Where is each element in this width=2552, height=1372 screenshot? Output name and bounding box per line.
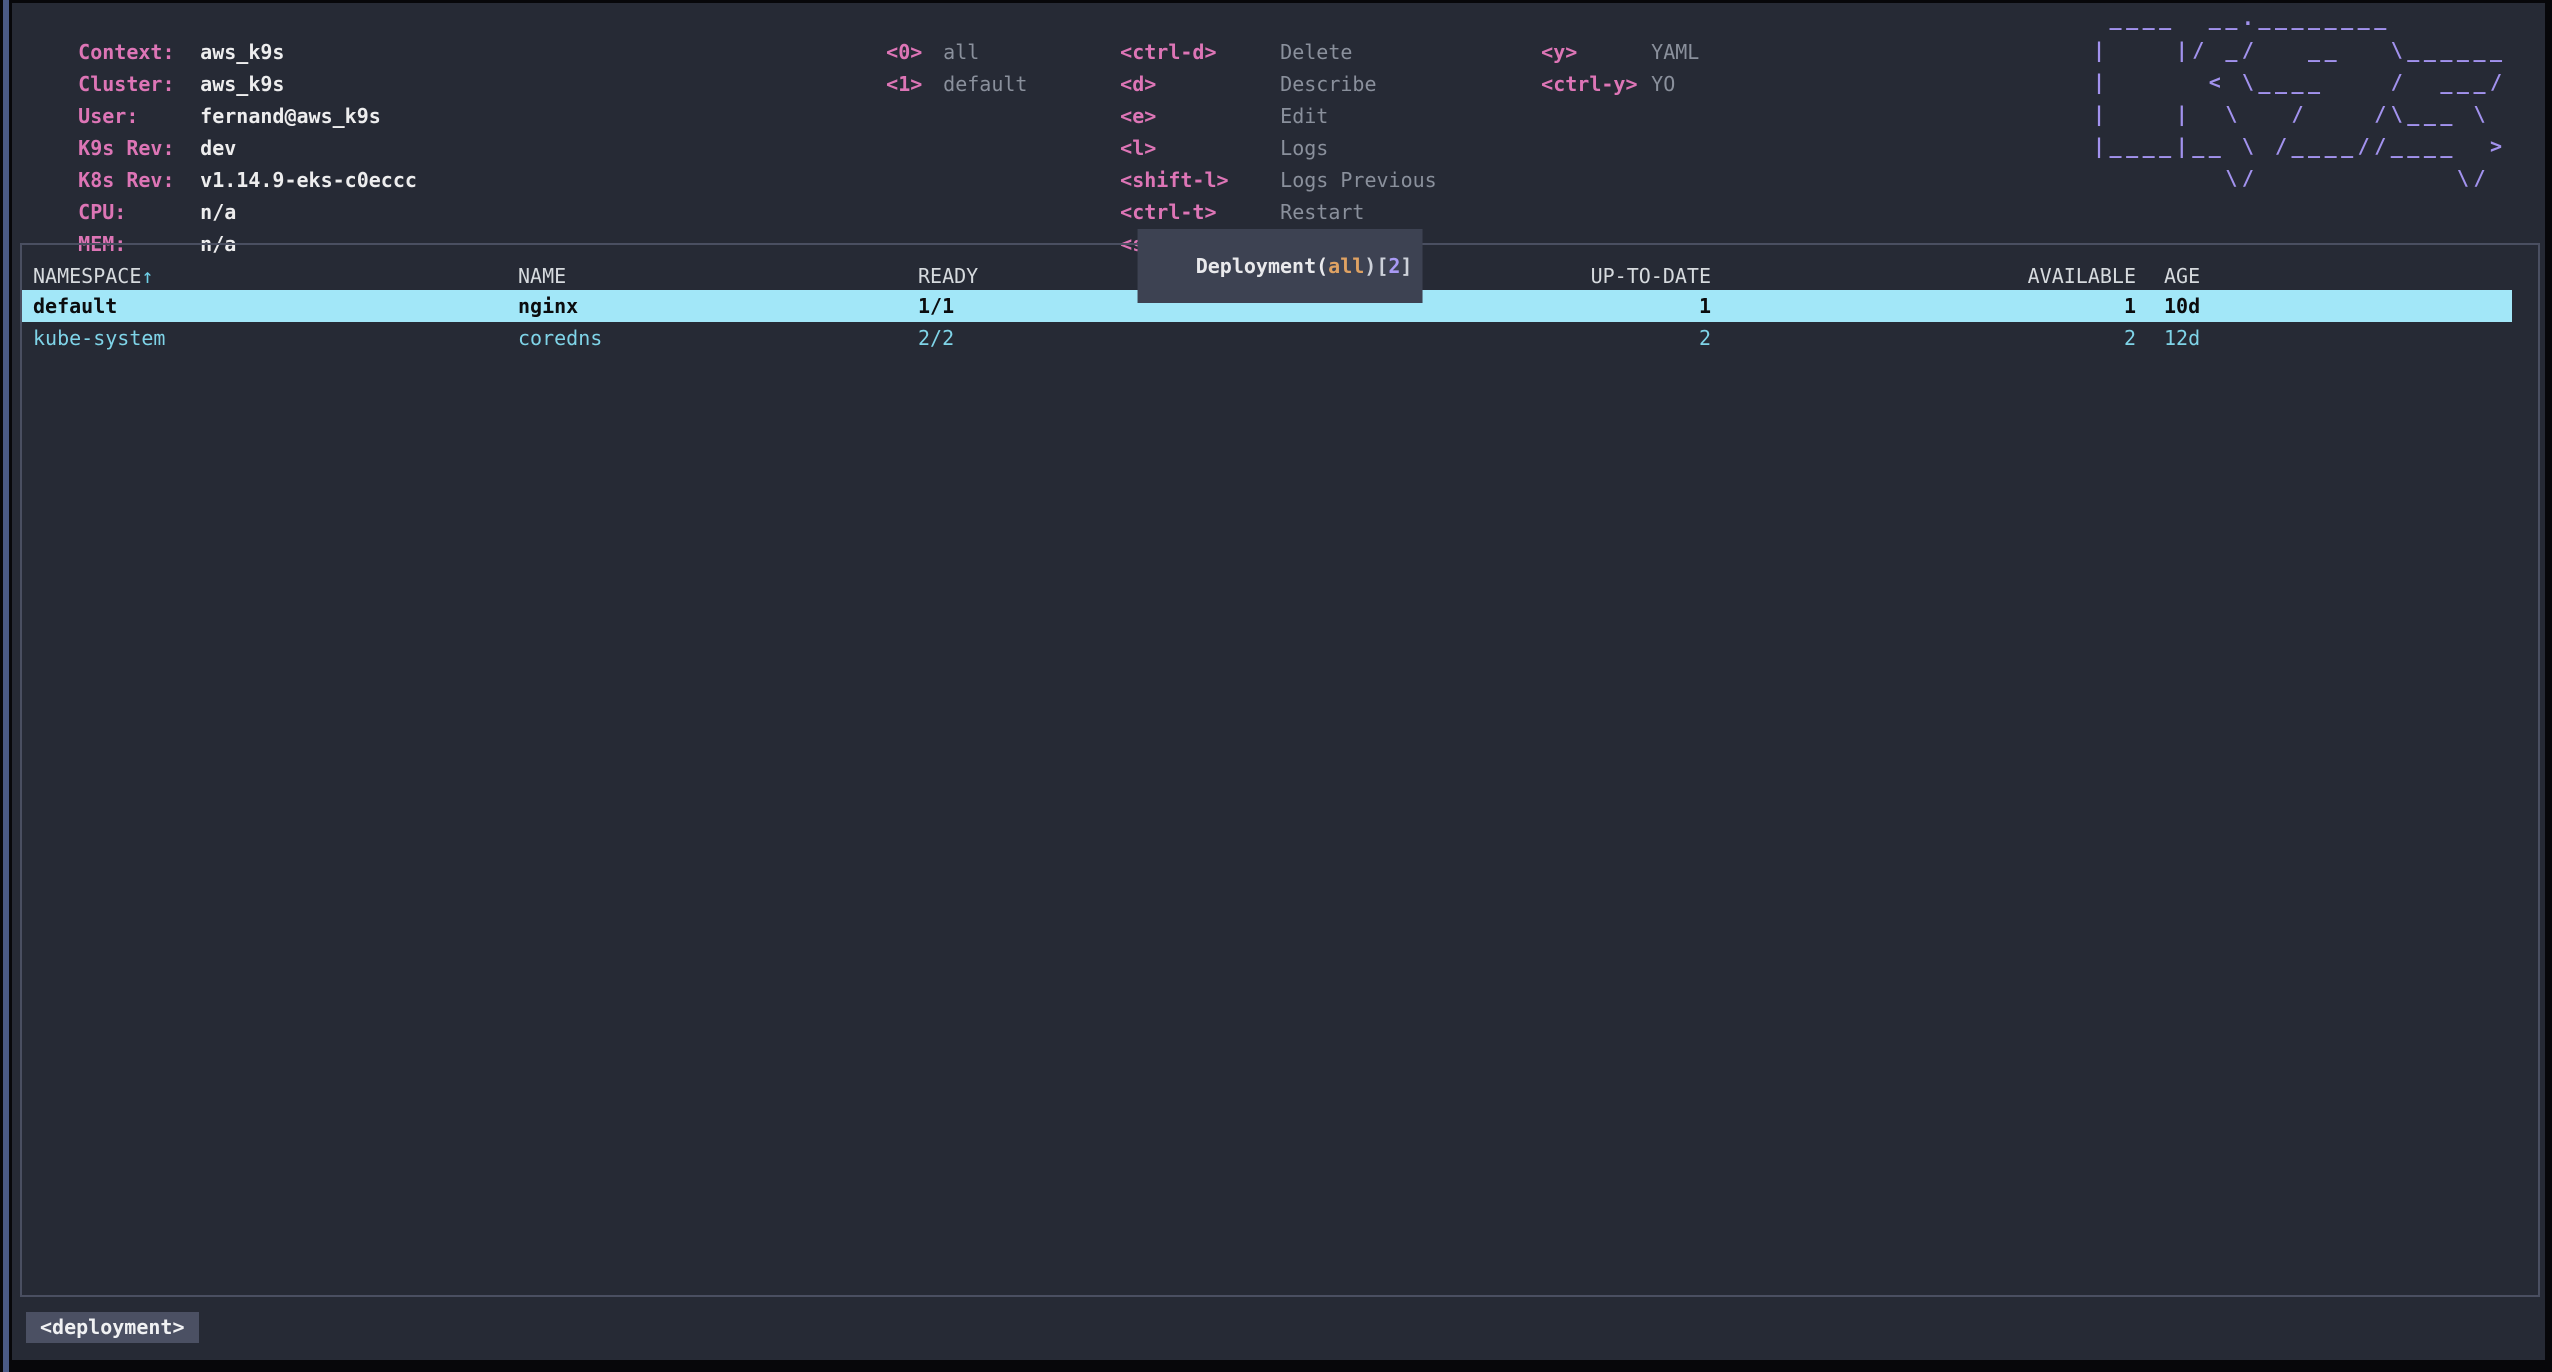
table-title-count: 2	[1388, 254, 1400, 278]
hotkey-logs-key: <l>	[1120, 132, 1280, 164]
cell-age: 12d	[2144, 322, 2512, 354]
k9s-logo-line: | |/ _/ __ \______	[2093, 34, 2507, 66]
k8s-rev-label: K8s Rev:	[78, 164, 200, 196]
hotkey-describe-label: Describe	[1280, 72, 1376, 96]
table-row-coredns[interactable]: kube-system coredns 2/2 2 2 12d	[22, 322, 2512, 354]
k9s-rev-value: dev	[200, 136, 236, 160]
hotkey-yaml-key: <y>	[1541, 36, 1651, 68]
yaml-hotkey-menu: <y>YAML <ctrl-y>YO	[1493, 4, 1699, 68]
hotkey-logs-previous-label: Logs Previous	[1280, 168, 1437, 192]
table-title-resource: Deployment(	[1196, 254, 1328, 278]
cell-available: 1	[1719, 290, 2144, 322]
hotkey-delete: <ctrl-d>Delete	[1072, 4, 1437, 36]
table-title-open-bracket: [	[1376, 254, 1388, 278]
cell-up-to-date: 2	[1168, 322, 1719, 354]
cell-age: 10d	[2144, 290, 2512, 322]
hotkey-logs-label: Logs	[1280, 136, 1328, 160]
table-title: Deployment(all)[2]	[1138, 229, 1423, 303]
cell-available: 2	[1719, 322, 2144, 354]
namespace-hotkey-menu: <0>all <1>default	[838, 4, 1027, 68]
column-header-name[interactable]: NAME	[518, 262, 918, 290]
cell-name: nginx	[518, 290, 918, 322]
column-header-namespace-label: NAMESPACE	[33, 264, 141, 288]
info-row-context: Context:aws_k9s	[30, 4, 417, 36]
user-label: User:	[78, 100, 200, 132]
k9s-logo-line: |____|__ \ /____//____ >	[2093, 130, 2507, 162]
hotkey-edit-label: Edit	[1280, 104, 1328, 128]
hotkey-logs-previous-key: <shift-l>	[1120, 164, 1280, 196]
hotkey-delete-label: Delete	[1280, 40, 1352, 64]
column-header-age[interactable]: AGE	[2144, 262, 2512, 290]
cluster-label: Cluster:	[78, 68, 200, 100]
hotkey-yo-key: <ctrl-y>	[1541, 68, 1651, 100]
cell-name: coredns	[518, 322, 918, 354]
hotkey-yo-label: YO	[1651, 72, 1675, 96]
hotkey-default-label: default	[943, 72, 1027, 96]
cell-ready: 2/2	[918, 322, 1168, 354]
hotkey-restart-key: <ctrl-t>	[1120, 196, 1280, 228]
column-header-ready[interactable]: READY	[918, 262, 1168, 290]
cluster-value: aws_k9s	[200, 72, 284, 96]
hotkey-yaml: <y>YAML	[1493, 4, 1699, 36]
cpu-value: n/a	[200, 200, 236, 224]
cell-namespace: kube-system	[33, 322, 518, 354]
cell-ready: 1/1	[918, 290, 1168, 322]
cell-namespace: default	[33, 290, 518, 322]
action-hotkey-menu: <ctrl-d>Delete <d>Describe <e>Edit <l>Lo…	[1072, 4, 1437, 228]
table-title-close-paren: )	[1364, 254, 1376, 278]
context-label: Context:	[78, 36, 200, 68]
user-value: fernand@aws_k9s	[200, 104, 381, 128]
k9s-rev-label: K9s Rev:	[78, 132, 200, 164]
k9s-logo-line: \/ \/	[2093, 162, 2507, 194]
k9s-logo: ____ __.________ | |/ _/ __ \______ | < …	[2093, 2, 2507, 194]
k9s-logo-line: | < \____ / ___/	[2093, 66, 2507, 98]
k8s-rev-value: v1.14.9-eks-c0eccc	[200, 168, 417, 192]
hotkey-delete-key: <ctrl-d>	[1120, 36, 1280, 68]
column-header-namespace[interactable]: NAMESPACE↑	[33, 262, 518, 290]
column-header-available[interactable]: AVAILABLE	[1719, 262, 2144, 290]
deployments-table: Deployment(all)[2] NAMESPACE↑ NAME READY…	[20, 243, 2540, 1297]
sort-ascending-icon: ↑	[141, 264, 153, 288]
cpu-label: CPU:	[78, 196, 200, 228]
context-value: aws_k9s	[200, 40, 284, 64]
hotkey-all-key: <0>	[886, 36, 943, 68]
k9s-logo-line: ____ __.________	[2093, 2, 2507, 34]
hotkey-default-key: <1>	[886, 68, 943, 100]
table-title-close-bracket: ]	[1400, 254, 1412, 278]
hotkey-all-label: all	[943, 40, 979, 64]
k9s-logo-line: | | \ / /\___ \	[2093, 98, 2507, 130]
breadcrumb-deployment: <deployment>	[26, 1312, 199, 1343]
hotkey-restart-label: Restart	[1280, 200, 1364, 224]
k9s-terminal: { "info": { "rows": [ { "label": "Contex…	[0, 0, 2552, 1372]
hotkey-yaml-label: YAML	[1651, 40, 1699, 64]
hotkey-edit-key: <e>	[1120, 100, 1280, 132]
table-title-namespace: all	[1328, 254, 1364, 278]
hotkey-describe-key: <d>	[1120, 68, 1280, 100]
window-edge-strip	[3, 0, 9, 1372]
hotkey-all: <0>all	[838, 4, 1027, 36]
cluster-info-panel: Context:aws_k9s Cluster:aws_k9s User:fer…	[30, 4, 417, 228]
